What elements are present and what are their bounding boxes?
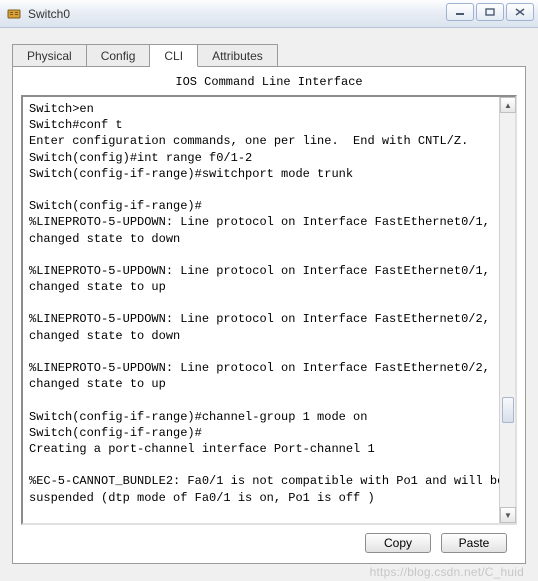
scroll-up-button[interactable]: ▲: [500, 97, 516, 113]
tab-attributes[interactable]: Attributes: [198, 44, 278, 67]
scroll-down-button[interactable]: ▼: [500, 507, 516, 523]
cli-panel: IOS Command Line Interface Switch>en Swi…: [12, 66, 526, 564]
tabstrip: Physical Config CLI Attributes: [12, 44, 526, 67]
console-wrap: Switch>en Switch#conf t Enter configurat…: [21, 95, 517, 525]
cli-console[interactable]: Switch>en Switch#conf t Enter configurat…: [23, 97, 515, 523]
tab-cli[interactable]: CLI: [150, 44, 198, 67]
close-button[interactable]: [506, 3, 534, 21]
window-title: Switch0: [28, 7, 70, 21]
app-icon: [6, 6, 22, 22]
vertical-scrollbar[interactable]: ▲ ▼: [499, 97, 515, 523]
button-row: Copy Paste: [365, 533, 507, 553]
panel-title: IOS Command Line Interface: [21, 73, 517, 95]
body-area: Physical Config CLI Attributes IOS Comma…: [0, 28, 538, 576]
paste-button[interactable]: Paste: [441, 533, 507, 553]
maximize-button[interactable]: [476, 3, 504, 21]
titlebar: Switch0: [0, 0, 538, 28]
tab-physical[interactable]: Physical: [12, 44, 87, 67]
tab-config[interactable]: Config: [87, 44, 151, 67]
copy-button[interactable]: Copy: [365, 533, 431, 553]
window-controls: [446, 3, 534, 21]
scroll-thumb[interactable]: [502, 397, 514, 423]
minimize-button[interactable]: [446, 3, 474, 21]
